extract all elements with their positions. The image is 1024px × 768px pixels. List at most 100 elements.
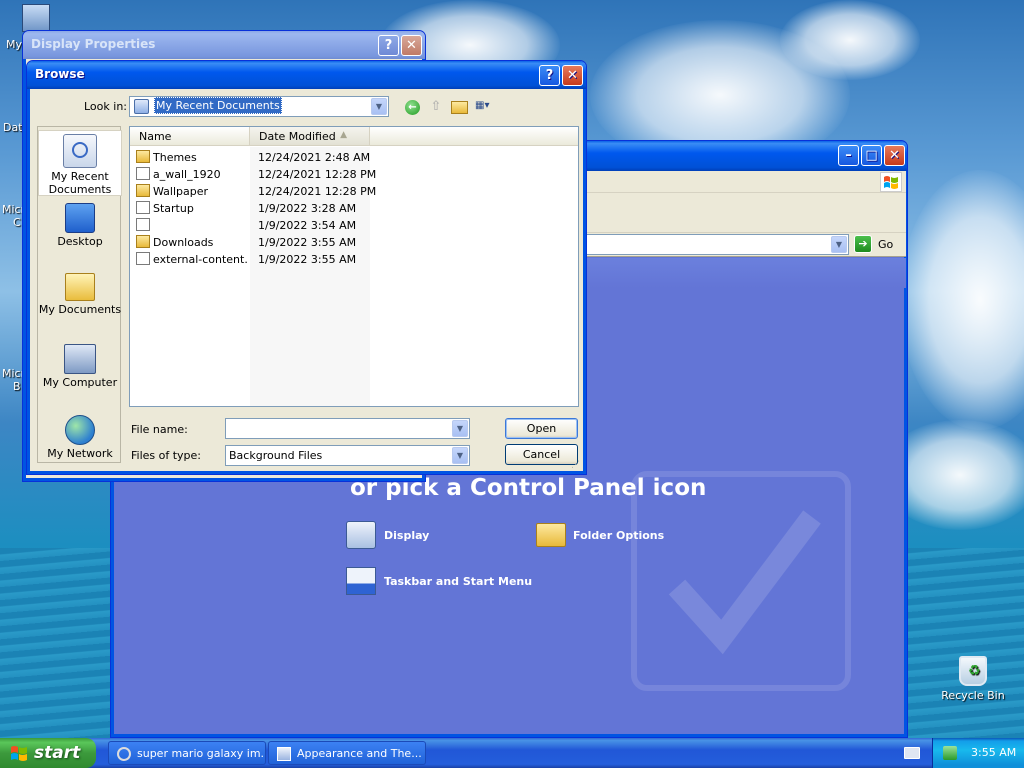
folder-shortcut-icon <box>136 235 150 248</box>
taskbar-item-label: Appearance and The... <box>297 747 422 760</box>
taskbar-item-browser[interactable]: super mario galaxy im... <box>108 741 266 765</box>
clock[interactable]: 3:55 AM <box>971 746 1016 759</box>
windows-flag-icon <box>9 744 29 762</box>
column-header-name[interactable]: Name <box>130 127 250 146</box>
browse-title: Browse <box>35 67 85 81</box>
chevron-down-icon[interactable]: ▼ <box>452 420 468 437</box>
my-network-icon <box>65 415 95 445</box>
place-my-documents[interactable]: My Documents <box>38 273 122 325</box>
taskbar: start super mario galaxy im... Appearanc… <box>0 738 1024 768</box>
sort-ascending-icon: ▲ <box>340 130 347 140</box>
help-button[interactable]: ? <box>539 65 560 86</box>
go-button[interactable]: ➔ Go <box>854 235 902 255</box>
taskbar-start-menu-label: Taskbar and Start Menu <box>384 575 533 588</box>
taskbar-item-label: super mario galaxy im... <box>137 747 266 760</box>
desktop-icon <box>65 203 95 233</box>
file-row[interactable]: Wallpaper 12/24/2021 12:28 PM <box>134 183 574 200</box>
place-label: My Computer <box>42 376 118 389</box>
folder-shortcut-icon <box>136 184 150 197</box>
column-header-date-modified[interactable]: Date Modified ▲ <box>250 127 370 146</box>
file-name: Downloads <box>153 236 214 249</box>
place-label: My Documents <box>38 303 122 316</box>
file-row[interactable]: Themes 12/24/2021 2:48 AM <box>134 149 574 166</box>
browser-icon <box>117 747 131 761</box>
taskbar-icon <box>346 567 376 595</box>
file-name: Startup <box>153 202 194 215</box>
cloud <box>900 170 1024 430</box>
recent-documents-icon <box>134 99 149 114</box>
file-row[interactable]: Startup 1/9/2022 3:28 AM <box>134 200 574 217</box>
look-in-value: My Recent Documents <box>154 97 282 114</box>
close-button[interactable]: ✕ <box>401 35 422 56</box>
file-date-modified: 1/9/2022 3:55 AM <box>258 253 357 266</box>
taskbar-item-control-panel[interactable]: Appearance and The... <box>268 741 426 765</box>
display-properties-titlebar[interactable]: Display Properties ? ✕ <box>23 31 425 59</box>
file-shortcut-icon <box>136 167 150 180</box>
recent-documents-icon <box>63 134 97 168</box>
start-label: start <box>34 743 81 763</box>
cloud <box>780 0 920 80</box>
control-panel-icon <box>277 747 291 761</box>
file-row[interactable]: Downloads 1/9/2022 3:55 AM <box>134 234 574 251</box>
keyboard-icon[interactable] <box>904 747 920 759</box>
browse-titlebar[interactable]: Browse ? ✕ <box>27 61 586 89</box>
places-bar: My Recent Documents Desktop My Documents… <box>37 126 122 463</box>
recycle-bin-icon: ♻ <box>959 656 987 686</box>
place-label: Desktop <box>57 235 103 248</box>
views-menu-icon[interactable]: ▦▾ <box>475 100 497 115</box>
display-properties-title: Display Properties <box>31 37 156 51</box>
new-folder-icon[interactable] <box>451 101 468 114</box>
go-label: Go <box>878 238 894 251</box>
file-date-modified: 1/9/2022 3:55 AM <box>258 236 357 249</box>
file-row[interactable]: 1/9/2022 3:54 AM <box>134 217 574 234</box>
files-of-type-label: Files of type: <box>131 449 202 462</box>
files-of-type-value: Background Files <box>229 449 323 462</box>
file-shortcut-icon <box>136 201 150 214</box>
back-icon[interactable]: ← <box>405 100 420 115</box>
windows-flag-icon <box>880 172 902 192</box>
file-date-modified: 12/24/2021 12:28 PM <box>258 185 377 198</box>
file-list[interactable]: Name Date Modified ▲ Themes 12/24/2021 2:… <box>129 126 579 407</box>
display-icon <box>346 521 376 549</box>
minimize-button[interactable]: – <box>838 145 859 166</box>
place-desktop[interactable]: Desktop <box>38 203 122 255</box>
display-label: Display <box>384 529 430 542</box>
look-in-combo[interactable]: My Recent Documents ▼ <box>129 96 389 117</box>
file-date-modified: 1/9/2022 3:28 AM <box>258 202 357 215</box>
browse-dialog: Browse ? ✕ Look in: My Recent Documents … <box>26 60 587 475</box>
resize-grip-icon[interactable]: ⋰ <box>571 460 580 470</box>
chevron-down-icon[interactable]: ▼ <box>452 447 468 464</box>
chevron-down-icon[interactable]: ▼ <box>371 98 387 115</box>
file-name: Themes <box>153 151 197 164</box>
my-documents-icon <box>65 273 95 301</box>
place-label: My Network <box>47 447 113 460</box>
file-date-modified: 12/24/2021 12:28 PM <box>258 168 377 181</box>
watermark-icon <box>631 471 851 691</box>
place-my-computer[interactable]: My Computer <box>38 344 122 396</box>
computer-icon <box>22 4 50 32</box>
go-arrow-icon: ➔ <box>854 235 872 253</box>
desktop-icon-recycle-bin[interactable]: ♻ Recycle Bin <box>938 656 1008 702</box>
maximize-button[interactable]: □ <box>861 145 882 166</box>
open-button[interactable]: Open <box>505 418 578 439</box>
network-tray-icon[interactable] <box>943 746 957 760</box>
file-name: Wallpaper <box>153 185 209 198</box>
start-button[interactable]: start <box>0 738 96 768</box>
folder-options-icon <box>536 523 566 547</box>
file-row[interactable]: a_wall_1920 12/24/2021 12:28 PM <box>134 166 574 183</box>
help-button[interactable]: ? <box>378 35 399 56</box>
file-name-label: File name: <box>131 423 188 436</box>
file-row[interactable]: external-content... 1/9/2022 3:55 AM <box>134 251 574 268</box>
place-my-recent-documents[interactable]: My Recent Documents <box>38 130 122 196</box>
place-my-network[interactable]: My Network <box>38 415 122 463</box>
file-name-combo[interactable]: ▼ <box>225 418 470 439</box>
close-button[interactable]: ✕ <box>884 145 905 166</box>
up-folder-icon[interactable]: ⇧ <box>428 99 444 115</box>
cancel-button[interactable]: Cancel <box>505 444 578 465</box>
folder-shortcut-icon <box>136 150 150 163</box>
chevron-down-icon[interactable]: ▼ <box>831 236 847 253</box>
column-header-blank <box>370 127 578 146</box>
look-in-label: Look in: <box>84 100 127 113</box>
files-of-type-combo[interactable]: Background Files ▼ <box>225 445 470 466</box>
close-button[interactable]: ✕ <box>562 65 583 86</box>
